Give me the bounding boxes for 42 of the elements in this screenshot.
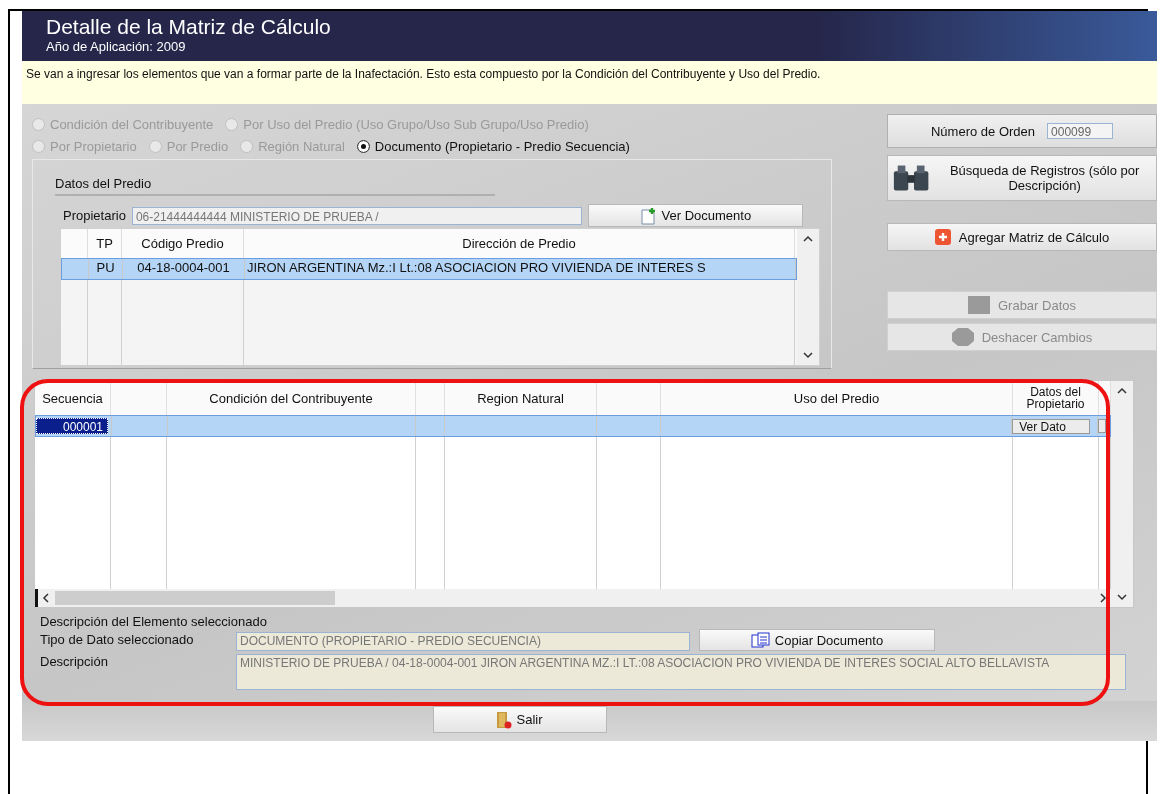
ver-documento-button[interactable]: Ver Documento: [587, 204, 803, 227]
descripcion-field[interactable]: MINISTERIO DE PRUEBA / 04-18-0004-001 JIRON ARGENTINA MZ.:I LT.:08 ASOCIACION PRO VIVIENDA DE INTERES SOCIAL ALTO BELLAVISTA: [236, 654, 1126, 690]
table-cell: JIRON ARGENTINA Mz.:I Lt.:08 ASOCIACION PRO VIVIENDA DE INTERES S: [245, 259, 796, 279]
scroll-down-icon[interactable]: [1117, 594, 1127, 601]
window-subtitle: Año de Aplicación: 2009: [46, 39, 186, 54]
radio-option[interactable]: Documento (Propietario - Predio Secuencia): [356, 138, 630, 154]
vertical-scrollbar[interactable]: [1111, 381, 1133, 607]
add-button[interactable]: Agregar Matriz de Cálculo: [887, 223, 1157, 251]
octagon-icon: [951, 328, 974, 346]
copy-document-icon: [750, 632, 771, 648]
salir-button[interactable]: Salir: [432, 706, 607, 733]
cell-button[interactable]: [1098, 419, 1106, 433]
square-icon: [967, 296, 990, 314]
table-cell: 000001: [36, 418, 108, 434]
table-row[interactable]: PU 04-18-0004-001 JIRON ARGENTINA Mz.:I Lt.:08 ASOCIACION PRO VIVIENDA DE INTERES S: [61, 258, 797, 280]
propietario-field[interactable]: 06-21444444444 MINISTERIO DE PRUEBA /: [131, 206, 582, 225]
field-label: Propietario: [63, 208, 126, 223]
vertical-scrollbar[interactable]: [797, 229, 819, 365]
table-cell: PU: [89, 259, 123, 279]
field-label: Descripción: [40, 654, 109, 669]
plus-icon: [934, 229, 951, 245]
scroll-right-icon[interactable]: [1100, 593, 1107, 603]
field-label: Tipo de Dato seleccionado: [40, 632, 195, 647]
orden-field[interactable]: 000099: [1047, 123, 1114, 139]
group-legend: Datos del Predio: [55, 176, 495, 196]
table-row[interactable]: 000001 Ver Dato: [35, 415, 1111, 437]
door-icon: [496, 710, 513, 729]
horizontal-scrollbar[interactable]: [35, 589, 1111, 607]
table-cell: 04-18-0004-001: [123, 259, 245, 279]
field-label: Número de Orden: [930, 123, 1036, 139]
tipo-field[interactable]: DOCUMENTO (PROPIETARIO - PREDIO SECUENCIA): [236, 632, 690, 651]
scroll-up-icon[interactable]: [1117, 387, 1127, 394]
ver-datos-button[interactable]: Ver Dato: [1012, 418, 1091, 434]
scroll-down-icon[interactable]: [803, 352, 813, 359]
document-add-icon: [639, 206, 658, 225]
section-heading: Descripción del Elemento seleccionado: [40, 614, 267, 629]
scroll-left-icon[interactable]: [42, 593, 49, 603]
search-button[interactable]: Búsqueda de Registros (sólo por Descripción): [887, 155, 1157, 201]
copiar-documento-button[interactable]: Copiar Documento: [699, 629, 935, 651]
info-text: Se van a ingresar los elementos que van a formar parte de la Inafectación. Esto esta compuesto por la Condición del Contribuyente y Uso del Predio.: [26, 67, 821, 81]
scroll-up-icon[interactable]: [803, 235, 813, 242]
window-title: Detalle de la Matriz de Cálculo: [46, 15, 331, 39]
